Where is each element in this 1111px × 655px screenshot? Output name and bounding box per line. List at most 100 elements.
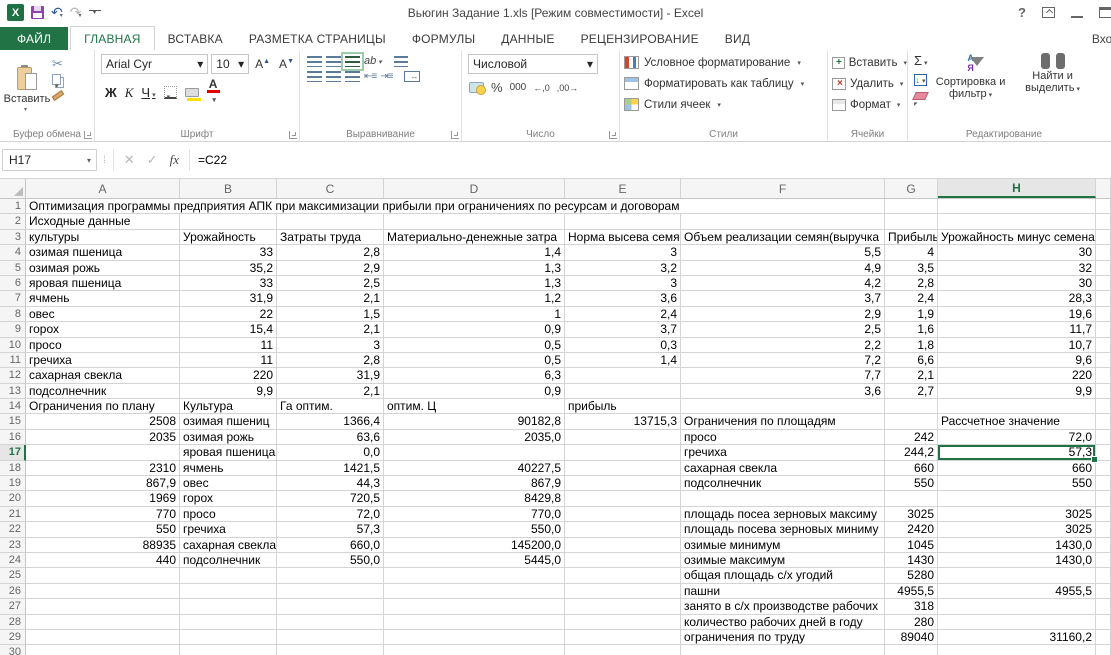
cell-F13[interactable]: 3,6 [681,383,885,400]
cell-H8[interactable]: 19,6 [938,306,1096,323]
col-header-C[interactable]: C [277,179,384,198]
cell-D30[interactable] [384,645,565,655]
cell-H16[interactable]: 72,0 [938,429,1096,446]
cell-B22[interactable]: гречиха [180,522,277,538]
cell-partial-13[interactable] [1096,383,1111,400]
cell-C18[interactable]: 1421,5 [277,460,384,477]
align-left-button[interactable] [307,71,322,82]
cell-F18[interactable]: сахарная свекла [681,460,885,477]
cell-D27[interactable] [384,599,565,615]
align-middle-button[interactable] [326,55,341,67]
cell-E30[interactable] [565,645,681,655]
cell-G22[interactable]: 2420 [885,522,938,538]
cell-H24[interactable]: 1430,0 [938,552,1096,569]
cell-G2[interactable] [885,214,938,230]
cell-G11[interactable]: 6,6 [885,352,938,369]
cell-B11[interactable]: 11 [180,352,277,369]
row-header-4[interactable]: 4 [0,245,26,261]
customize-qat-button[interactable]: ▾ [88,9,101,16]
cell-E7[interactable]: 3,6 [565,291,681,307]
row-header-23[interactable]: 23 [0,537,26,553]
cell-partial-11[interactable] [1096,352,1111,369]
cell-H6[interactable]: 30 [938,275,1096,292]
cell-C11[interactable]: 2,8 [277,352,384,369]
tab-formulas[interactable]: ФОРМУЛЫ [399,27,488,50]
cell-F27[interactable]: занято в с/х производстве рабочих [681,599,885,615]
align-right-button[interactable] [345,71,360,82]
col-header-D[interactable]: D [384,179,565,198]
cell-E20[interactable] [565,491,681,507]
accounting-format-button[interactable] [469,82,486,95]
cell-C15[interactable]: 1366,4 [277,414,384,430]
cell-G3[interactable]: Прибыль [885,229,938,246]
cell-C4[interactable]: 2,8 [277,245,384,261]
cell-F4[interactable]: 5,5 [681,245,885,261]
font-color-button[interactable]: А [206,78,220,106]
confirm-entry-icon[interactable]: ✓ [147,152,158,168]
cell-F12[interactable]: 7,7 [681,368,885,384]
paste-caret-icon[interactable]: ▾ [24,106,27,113]
cell-C19[interactable]: 44,3 [277,476,384,492]
cell-B16[interactable]: озимая рожь [180,429,277,446]
cell-B9[interactable]: 15,4 [180,322,277,338]
cell-D7[interactable]: 1,2 [384,291,565,307]
cell-D19[interactable]: 867,9 [384,476,565,492]
cell-A10[interactable]: просо [26,337,180,353]
row-header-25[interactable]: 25 [0,568,26,584]
cell-G21[interactable]: 3025 [885,506,938,523]
cell-D9[interactable]: 0,9 [384,322,565,338]
cell-D18[interactable]: 40227,5 [384,460,565,477]
cell-D15[interactable]: 90182,8 [384,414,565,430]
font-size-select[interactable]: 10 ▾ [211,54,250,74]
row-header-9[interactable]: 9 [0,322,26,338]
col-header-H[interactable]: H [938,179,1096,198]
cell-H14[interactable] [938,399,1096,415]
cell-F9[interactable]: 2,5 [681,322,885,338]
cell-partial-3[interactable] [1096,229,1111,246]
cell-partial-22[interactable] [1096,522,1111,538]
cell-A5[interactable]: озимая рожь [26,260,180,276]
cell-G16[interactable]: 242 [885,429,938,446]
cell-B7[interactable]: 31,9 [180,291,277,307]
cell-E5[interactable]: 3,2 [565,260,681,276]
cell-H5[interactable]: 32 [938,260,1096,276]
cell-G12[interactable]: 2,1 [885,368,938,384]
cell-C5[interactable]: 2,9 [277,260,384,276]
name-box[interactable]: H17 ▾ [2,149,97,171]
cancel-entry-icon[interactable]: ✕ [124,152,135,168]
cell-partial-4[interactable] [1096,245,1111,261]
cell-A3[interactable]: культуры [26,229,180,246]
cell-A28[interactable] [26,614,180,630]
cell-F16[interactable]: просо [681,429,885,446]
cell-E26[interactable] [565,583,681,600]
cell-E9[interactable]: 3,7 [565,322,681,338]
cell-E18[interactable] [565,460,681,477]
cell-partial-14[interactable] [1096,399,1111,415]
conditional-formatting-button[interactable]: Условное форматирование [624,53,827,72]
row-header-29[interactable]: 29 [0,629,26,646]
find-select-button[interactable]: Найти и выделить [1014,53,1092,125]
row-header-10[interactable]: 10 [0,337,26,353]
cell-E10[interactable]: 0,3 [565,337,681,353]
cell-C30[interactable] [277,645,384,655]
cell-F10[interactable]: 2,2 [681,337,885,353]
cell-E6[interactable]: 3 [565,275,681,292]
undo-button[interactable]: ↶▾ [51,4,63,22]
align-center-button[interactable] [326,71,341,82]
tab-review[interactable]: РЕЦЕНЗИРОВАНИЕ [568,27,712,50]
cell-E17[interactable] [565,445,681,461]
row-header-2[interactable]: 2 [0,214,26,230]
fill-button[interactable]: ↓ [914,74,927,86]
cell-C17[interactable]: 0,0 [277,445,384,461]
cell-E4[interactable]: 3 [565,245,681,261]
cell-F17[interactable]: гречиха [681,445,885,461]
cell-C27[interactable] [277,599,384,615]
align-bottom-button[interactable] [341,51,364,71]
cell-F15[interactable]: Ограничения по площадям [681,414,885,430]
cell-B30[interactable] [180,645,277,655]
maximize-button[interactable] [1099,7,1111,18]
cell-H25[interactable] [938,568,1096,584]
cell-partial-25[interactable] [1096,568,1111,584]
cell-C12[interactable]: 31,9 [277,368,384,384]
cell-E25[interactable] [565,568,681,584]
